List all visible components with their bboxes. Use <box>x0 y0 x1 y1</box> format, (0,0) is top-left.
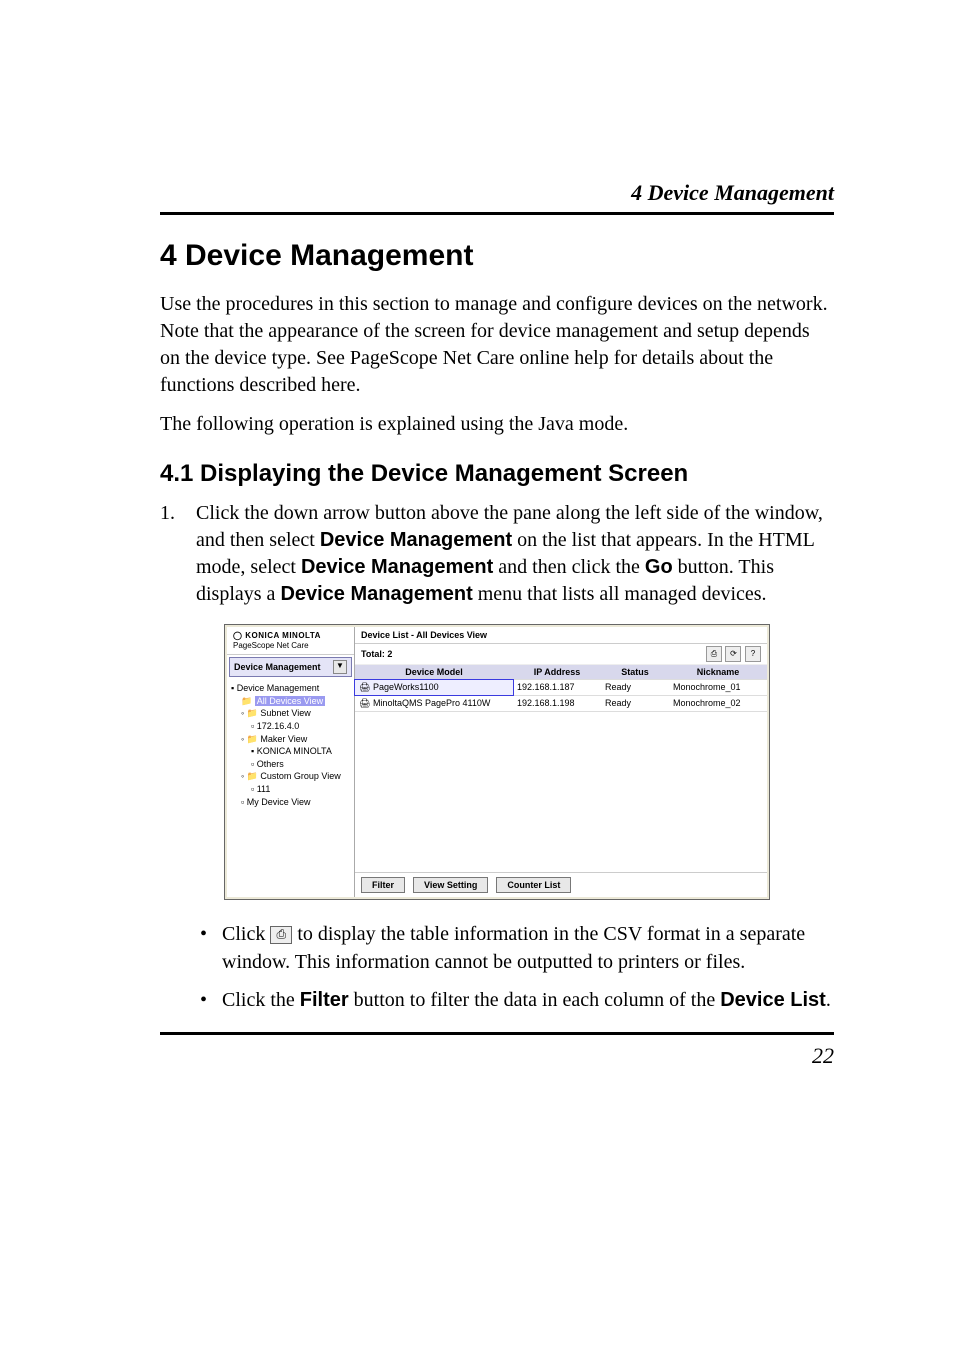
note-text: to display the table information in the … <box>222 923 805 973</box>
cell-model: 🖨 PageWorks1100 <box>355 680 513 695</box>
cell-status: Ready <box>601 696 669 711</box>
footer-rule <box>160 1032 834 1035</box>
print-icon[interactable]: ⎙ <box>706 646 722 662</box>
cell-nickname: Monochrome_01 <box>669 680 767 695</box>
tree-custom-111[interactable]: ▫ 111 <box>231 783 350 796</box>
screenshot-figure: ◯ KONICA MINOLTA PageScope Net Care Devi… <box>224 624 770 900</box>
cell-ip: 192.168.1.187 <box>513 680 601 695</box>
col-model[interactable]: Device Model <box>355 665 513 679</box>
tree-all-devices[interactable]: 📁 All Devices View <box>231 695 350 708</box>
device-table: Device Model IP Address Status Nickname … <box>355 665 767 872</box>
tree-subnet-view[interactable]: ◦ 📁 Subnet View <box>231 707 350 720</box>
table-header-row: Device Model IP Address Status Nickname <box>355 665 767 680</box>
intro-paragraph-2: The following operation is explained usi… <box>160 411 834 438</box>
mode-dropdown[interactable]: Device Management ▼ <box>229 657 352 677</box>
sidebar: ◯ KONICA MINOLTA PageScope Net Care Devi… <box>227 627 355 897</box>
app-name: PageScope Net Care <box>233 641 348 651</box>
tree-my-device[interactable]: ▫ My Device View <box>231 796 350 809</box>
device-list-label: Device List <box>720 989 826 1011</box>
total-count: Total: 2 <box>361 649 392 659</box>
col-nickname[interactable]: Nickname <box>669 665 767 679</box>
step-text: and then click the <box>493 556 645 578</box>
table-row[interactable]: 🖨 MinoltaQMS PagePro 4110W 192.168.1.198… <box>355 696 767 712</box>
tree-maker-km[interactable]: ▪ KONICA MINOLTA <box>231 745 350 758</box>
tree-maker-others[interactable]: ▫ Others <box>231 758 350 771</box>
cell-model: 🖨 MinoltaQMS PagePro 4110W <box>355 696 513 711</box>
device-management-label: Device Management <box>280 583 472 605</box>
intro-paragraph: Use the procedures in this section to ma… <box>160 291 834 399</box>
chevron-down-icon[interactable]: ▼ <box>333 660 347 674</box>
view-setting-button[interactable]: View Setting <box>413 877 488 893</box>
note-text: button to filter the data in each column… <box>349 989 721 1011</box>
device-management-label: Device Management <box>320 529 512 551</box>
cell-status: Ready <box>601 680 669 695</box>
col-status[interactable]: Status <box>601 665 669 679</box>
note-filter: Click the Filter button to filter the da… <box>200 986 834 1014</box>
tree-maker-view[interactable]: ◦ 📁 Maker View <box>231 733 350 746</box>
counter-list-button[interactable]: Counter List <box>496 877 571 893</box>
page-number: 22 <box>160 1043 834 1069</box>
table-row[interactable]: 🖨 PageWorks1100 192.168.1.187 Ready Mono… <box>355 680 767 696</box>
step-number: 1. <box>160 500 196 608</box>
step-text: menu that lists all managed devices. <box>473 583 767 605</box>
section-heading: 4 Device Management <box>160 239 834 273</box>
tree-custom-group[interactable]: ◦ 📁 Custom Group View <box>231 770 350 783</box>
device-management-label: Device Management <box>301 556 493 578</box>
filter-button[interactable]: Filter <box>361 877 405 893</box>
main-panel: Device List - All Devices View Total: 2 … <box>355 627 767 897</box>
filter-label: Filter <box>300 989 349 1011</box>
go-label: Go <box>645 556 673 578</box>
brand-logo: ◯ KONICA MINOLTA <box>233 631 348 641</box>
note-csv: Click ⎙ to display the table information… <box>200 920 834 976</box>
tree-view[interactable]: ▪ Device Management 📁 All Devices View ◦… <box>227 679 354 897</box>
subsection-heading: 4.1 Displaying the Device Management Scr… <box>160 460 834 488</box>
brand-area: ◯ KONICA MINOLTA PageScope Net Care <box>227 627 354 655</box>
cell-nickname: Monochrome_02 <box>669 696 767 711</box>
list-title: Device List - All Devices View <box>361 630 487 640</box>
refresh-icon[interactable]: ⟳ <box>725 646 741 662</box>
tree-root[interactable]: ▪ Device Management <box>231 682 350 695</box>
print-icon: ⎙ <box>270 926 292 944</box>
step-body: Click the down arrow button above the pa… <box>196 500 834 608</box>
running-head: 4 Device Management <box>160 180 834 206</box>
note-text: . <box>826 989 831 1011</box>
note-text: Click <box>222 923 270 945</box>
header-rule <box>160 212 834 215</box>
note-text: Click the <box>222 989 300 1011</box>
step-1: 1. Click the down arrow button above the… <box>160 500 834 608</box>
cell-ip: 192.168.1.198 <box>513 696 601 711</box>
mode-dropdown-label: Device Management <box>234 662 321 672</box>
help-icon[interactable]: ? <box>745 646 761 662</box>
tree-subnet-ip[interactable]: ▫ 172.16.4.0 <box>231 720 350 733</box>
col-ip[interactable]: IP Address <box>513 665 601 679</box>
